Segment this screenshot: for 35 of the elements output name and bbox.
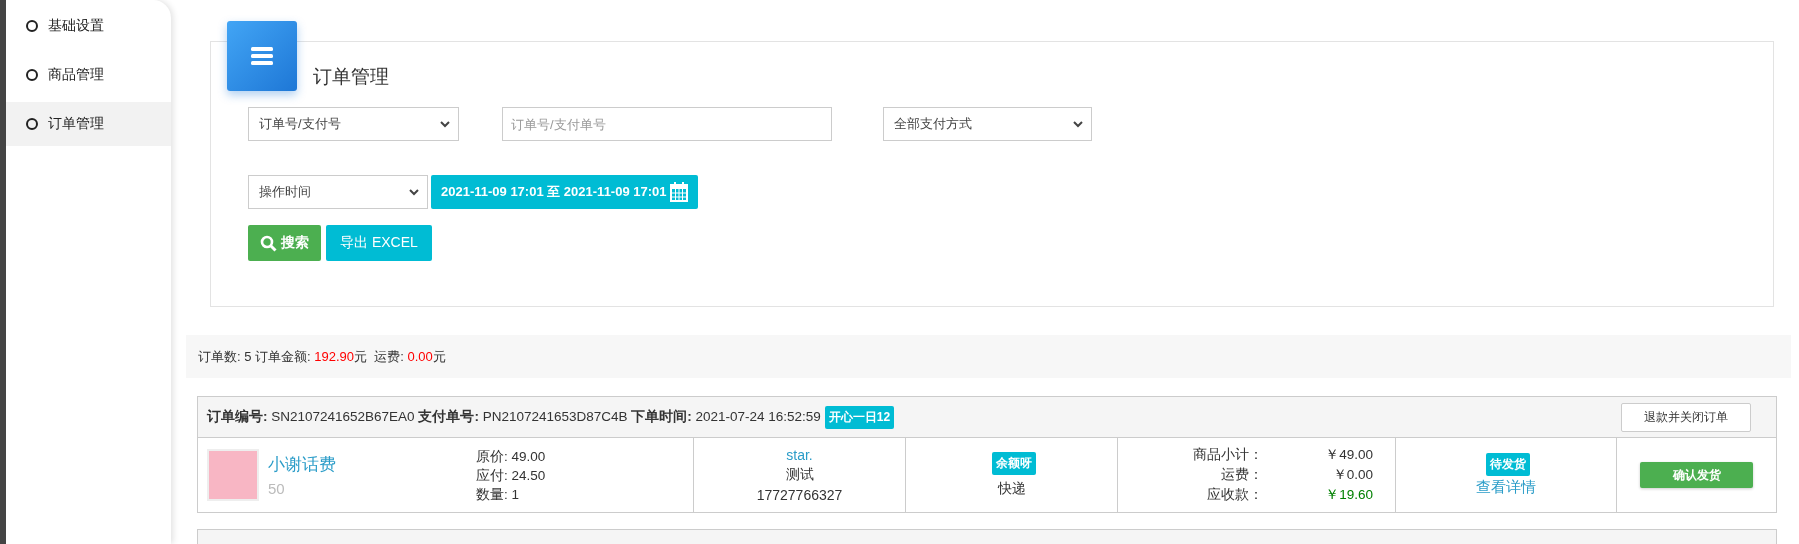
product-spec: 50 — [268, 480, 286, 497]
select-field[interactable]: 操作时间 — [248, 175, 428, 209]
search-input-field[interactable]: 订单号/支付单号 — [502, 107, 832, 141]
panel-title: 订单管理 — [312, 65, 390, 89]
tag-label: 开心一日12 — [824, 405, 895, 429]
order-info-text: 订单编号: SN2107241652B67EA0 支付单号: PN2107241653D87C4B 下单时间: 2021-07-24 16:52:59 — [207, 408, 821, 426]
buyer-name: star. — [786, 447, 813, 463]
buyer-phone: 17727766327 — [756, 487, 843, 503]
select-field[interactable]: 订单号/支付号 — [248, 107, 459, 141]
status-tag: 待发货 — [1486, 453, 1530, 476]
close-order-button[interactable]: 退款并关闭订单 — [1621, 402, 1751, 432]
amount-label: 应收款： — [1206, 486, 1263, 504]
price-text: 数量: 1 — [476, 485, 520, 504]
price-text: 应付: 24.50 — [476, 466, 546, 485]
payment-tag: 余额呀 — [991, 452, 1036, 475]
photo-placeholder — [207, 449, 259, 501]
buyer-note: 测试 — [785, 466, 814, 484]
select-field[interactable]: 全部支付方式 — [883, 107, 1092, 141]
sidebar-item[interactable]: 订单管理 — [6, 102, 171, 146]
amount-value: ￥0.00 — [1331, 466, 1373, 484]
price-text: 原价: 49.00 — [476, 447, 546, 466]
menu-icon — [227, 21, 297, 91]
amount-label: 商品小计： — [1193, 446, 1263, 464]
chevron-down-icon — [409, 188, 419, 196]
chevron-down-icon — [1073, 120, 1083, 128]
amount-value: ￥49.00 — [1324, 446, 1373, 464]
calendar-icon — [669, 182, 688, 202]
amount-value: ￥19.60 — [1324, 486, 1373, 504]
search-icon — [260, 234, 277, 252]
sidebar-item[interactable]: 基础设置 — [6, 4, 171, 48]
sidebar-item[interactable]: 商品管理 — [6, 53, 171, 97]
chevron-down-icon — [440, 120, 450, 128]
summary-text: 订单数: 5 订单金额: 192.90元 运费: 0.00元 — [198, 347, 446, 366]
amount-label: 运费： — [1220, 466, 1263, 484]
delivery-text: 快递 — [997, 480, 1026, 498]
